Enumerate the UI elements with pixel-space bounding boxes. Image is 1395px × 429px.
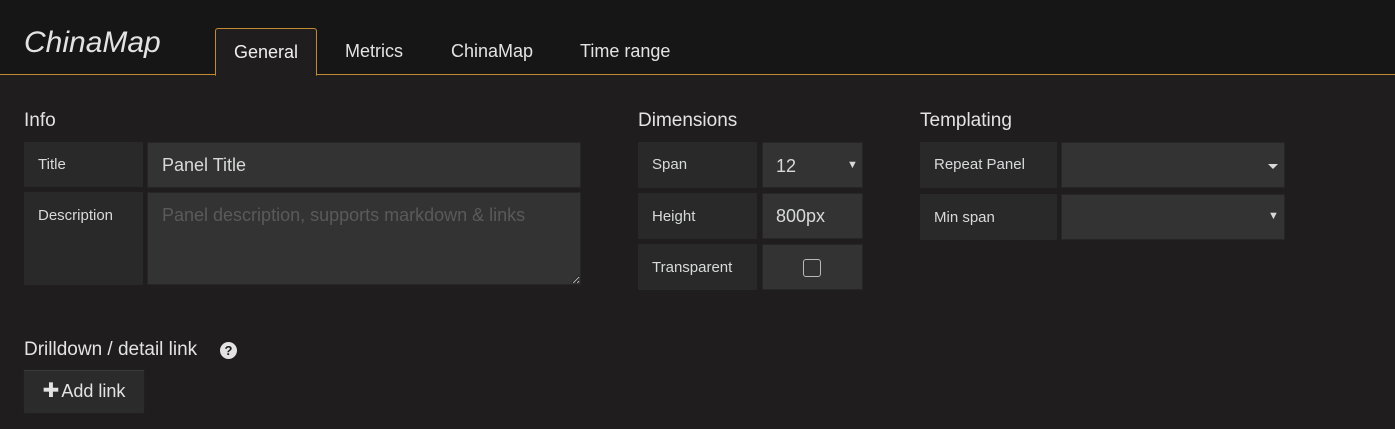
dimensions-heading: Dimensions [638,110,738,131]
info-heading: Info [24,110,56,131]
repeat-panel-label: Repeat Panel [920,142,1057,188]
span-label: Span [638,142,757,188]
description-textarea[interactable] [147,192,581,285]
min-span-label: Min span [920,194,1057,240]
question-icon[interactable]: ? [220,342,237,359]
height-input[interactable] [762,193,863,239]
add-link-label: Add link [61,381,126,401]
add-link-button[interactable]: ✚ Add link [23,369,145,414]
chevron-down-icon: ▼ [847,159,858,171]
transparent-checkbox[interactable] [803,259,821,277]
description-label: Description [24,192,143,285]
repeat-panel-label-text: Repeat Panel [934,156,1025,173]
plus-icon: ✚ [42,380,60,402]
description-label-text: Description [38,207,114,224]
title-input[interactable] [147,142,581,188]
tab-chinamap[interactable]: ChinaMap [433,28,551,75]
tab-label: Metrics [345,41,403,61]
caret-down-icon [1268,164,1278,169]
drilldown-heading: Drilldown / detail link [24,339,198,360]
height-label: Height [638,193,757,239]
min-span-select[interactable]: ▼ [1061,194,1285,240]
title-label: Title [24,142,143,187]
span-label-text: Span [652,156,688,173]
transparent-label-text: Transparent [652,259,733,276]
editor-header: ChinaMap General Metrics ChinaMap Time r… [0,0,1395,76]
tab-time-range[interactable]: Time range [562,28,688,75]
title-label-text: Title [38,156,66,173]
tab-label: Time range [580,41,671,61]
tab-general[interactable]: General [215,28,317,76]
transparent-label: Transparent [638,244,757,290]
chevron-down-icon: ▼ [1268,210,1279,222]
templating-heading: Templating [920,110,1012,131]
span-select[interactable]: 12 ▼ [762,142,863,188]
span-select-value: 12 [776,156,797,176]
tab-metrics[interactable]: Metrics [327,28,421,75]
min-span-label-text: Min span [934,209,995,226]
panel-type-title: ChinaMap [24,26,161,59]
tab-label: ChinaMap [451,41,534,61]
transparent-checkbox-container [762,244,863,290]
repeat-panel-select[interactable] [1061,142,1285,188]
height-label-text: Height [652,208,696,225]
tab-label: General [234,42,299,62]
